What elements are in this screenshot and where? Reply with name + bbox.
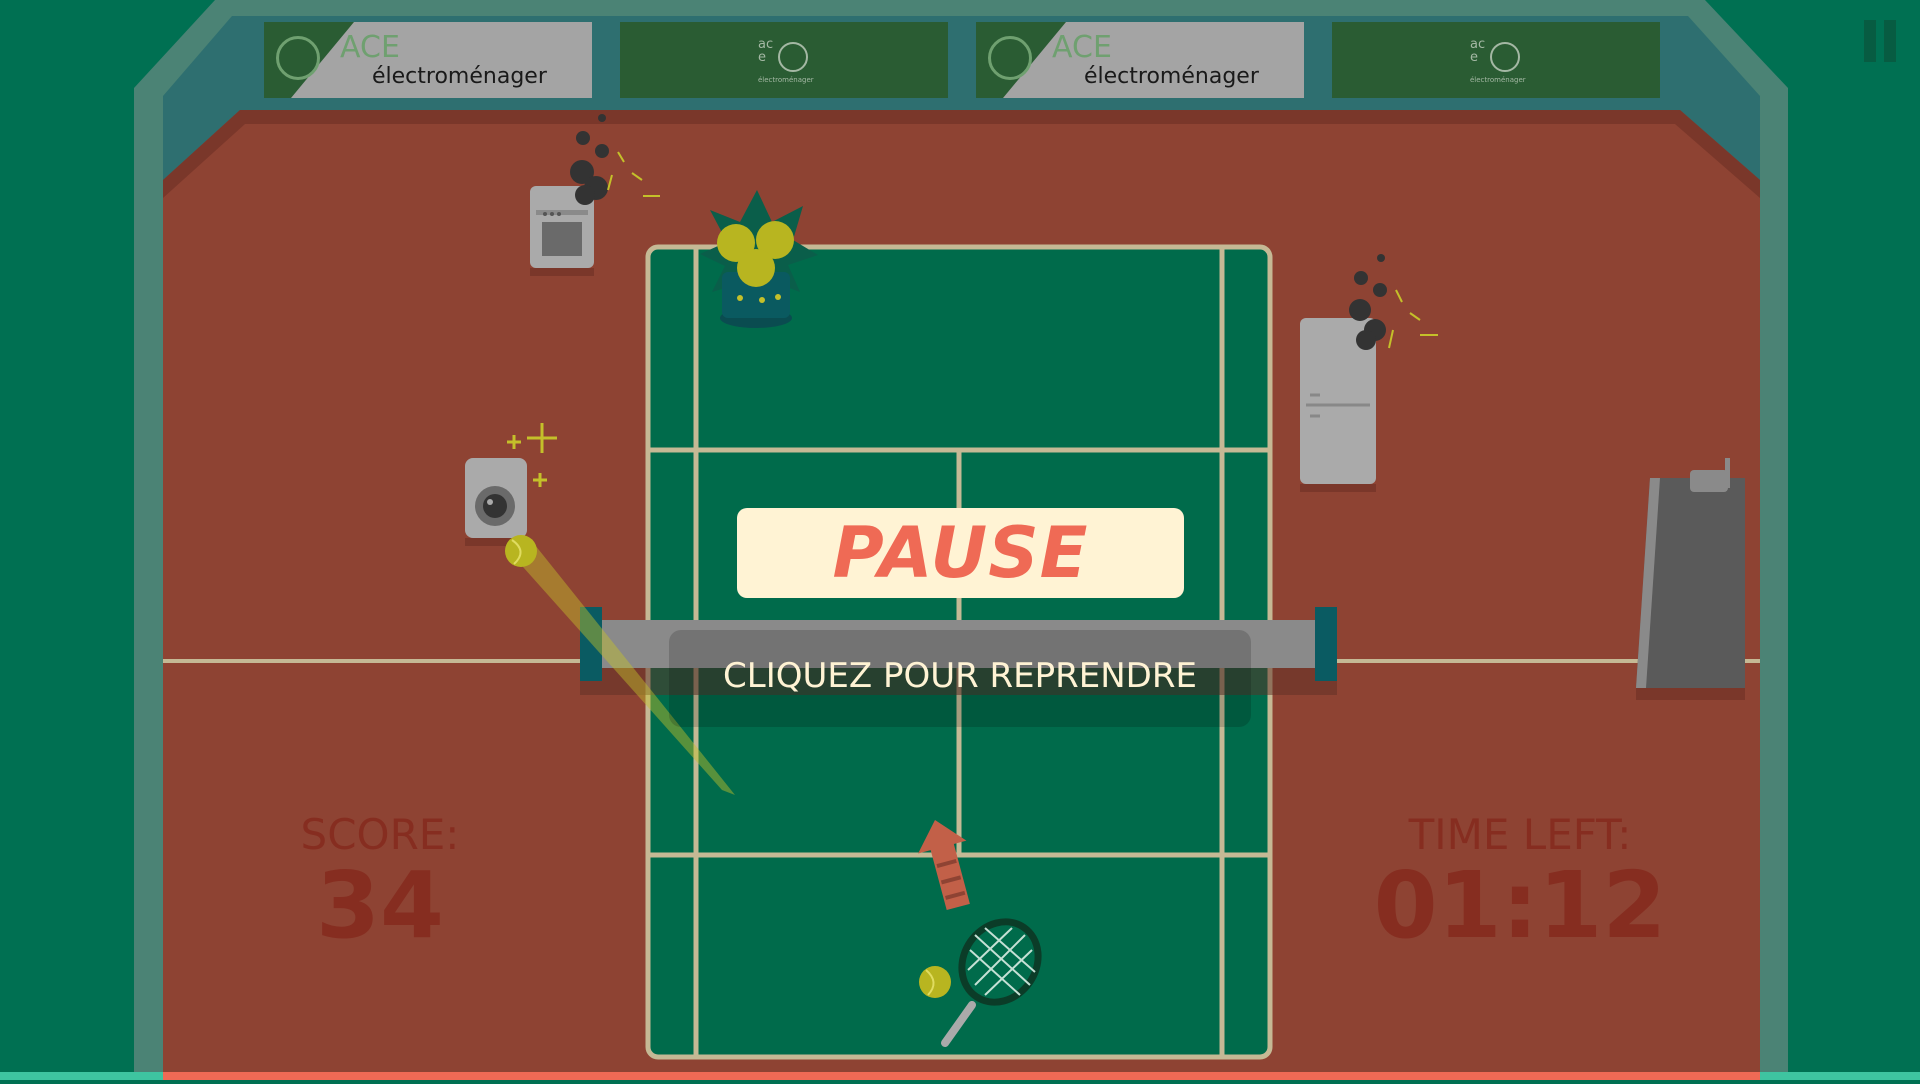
pause-title: PAUSE: [737, 508, 1184, 598]
pause-overlay[interactable]: PAUSE CLIQUEZ POUR REPRENDRE: [0, 0, 1920, 1080]
resume-prompt[interactable]: CLIQUEZ POUR REPRENDRE: [669, 656, 1251, 696]
pause-icon[interactable]: [1860, 20, 1900, 62]
